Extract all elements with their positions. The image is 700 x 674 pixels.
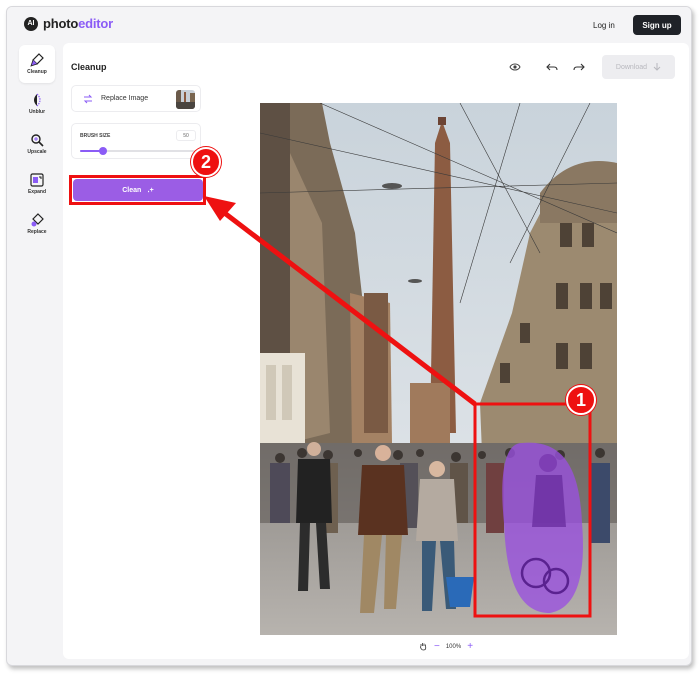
clean-label: Clean [122, 186, 142, 194]
undo-icon[interactable] [546, 61, 558, 73]
download-label: Download [615, 63, 648, 71]
login-link[interactable]: Log in [593, 21, 615, 30]
signup-button[interactable]: Sign up [633, 15, 681, 35]
logo[interactable]: AI photoeditor [24, 16, 113, 31]
logo-badge: AI [24, 16, 38, 31]
clean-button[interactable]: Clean ․+ [73, 179, 203, 201]
sidebar-item-upscale[interactable]: Upscale [19, 125, 55, 163]
download-arrow-icon [653, 62, 661, 71]
sidebar-item-expand[interactable]: Expand [19, 165, 55, 203]
replace-image-label: Replace Image [101, 95, 149, 102]
zoom-in-button[interactable]: + [467, 641, 473, 652]
sidebar-item-label: Unblur [28, 109, 46, 115]
sidebar-item-label: Upscale [27, 149, 47, 155]
sidebar-item-label: Cleanup [27, 69, 47, 75]
top-bar: AI photoeditor Log in Sign up [7, 7, 691, 41]
image-thumbnail [176, 90, 195, 109]
editor-panel: Cleanup Download Replace Image BRUSH SIZ… [63, 43, 689, 659]
sidebar-item-replace[interactable]: Replace [19, 205, 55, 243]
logo-text: photoeditor [43, 16, 113, 31]
brush-size-label: BRUSH SIZE [80, 133, 111, 139]
panel-title: Cleanup [71, 62, 107, 72]
slider-handle[interactable] [98, 147, 107, 155]
sidebar-item-unblur[interactable]: Unblur [19, 85, 55, 123]
brush-size-slider[interactable] [80, 147, 194, 155]
sidebar-item-label: Expand [27, 189, 47, 195]
app-window: AI photoeditor Log in Sign up Cleanup Un… [6, 6, 692, 666]
expand-icon [30, 173, 44, 187]
swap-icon [83, 94, 93, 104]
sparkle-icon: ․+ [147, 187, 154, 194]
eye-icon[interactable] [509, 62, 521, 72]
sidebar-item-cleanup[interactable]: Cleanup [19, 45, 55, 83]
brush-size-control: BRUSH SIZE 50 [71, 123, 201, 159]
unblur-icon [34, 93, 41, 107]
redo-icon[interactable] [573, 61, 585, 73]
hand-pan-icon[interactable] [419, 642, 428, 651]
tool-sidebar: Cleanup Unblur Upscale Expand Replace [19, 45, 55, 245]
download-button[interactable]: Download [602, 55, 675, 79]
zoom-out-button[interactable]: − [434, 641, 440, 652]
brush-size-value[interactable]: 50 [176, 130, 196, 141]
logo-text-photo: photo [43, 16, 79, 31]
logo-text-editor: editor [78, 16, 114, 31]
replace-icon [31, 213, 44, 227]
brush-icon [30, 53, 44, 67]
step-badge-1: 1 [566, 385, 596, 415]
step-badge-2: 2 [191, 147, 221, 177]
street-photo-canvas[interactable] [260, 103, 617, 635]
replace-image-button[interactable]: Replace Image [71, 85, 201, 112]
zoom-controls: − 100% + [419, 641, 473, 652]
upscale-icon [31, 134, 44, 147]
zoom-level: 100% [445, 643, 462, 650]
sidebar-item-label: Replace [27, 229, 47, 235]
